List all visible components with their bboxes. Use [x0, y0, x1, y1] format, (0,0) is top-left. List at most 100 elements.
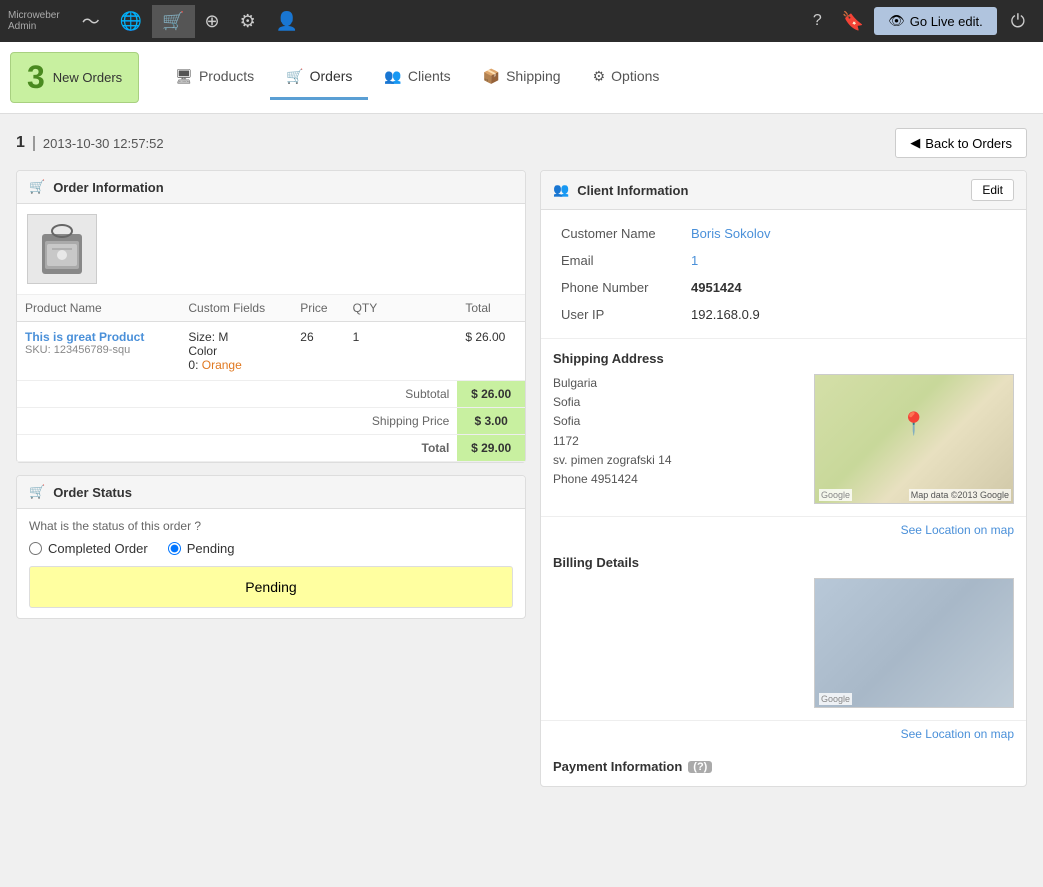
shipping-map: 📍 Google Map data ©2013 Google: [814, 374, 1014, 504]
tab-orders[interactable]: 🛒 Orders: [270, 56, 368, 100]
tab-clients[interactable]: 👥 Clients: [368, 56, 466, 100]
globe-nav-btn[interactable]: 🌐: [110, 5, 152, 38]
clients-tab-icon: 👥: [384, 68, 401, 85]
shipping-label: Shipping Price: [345, 408, 458, 435]
back-to-orders-label: Back to Orders: [925, 136, 1012, 151]
table-row: This is great Product SKU: 123456789-squ…: [17, 322, 525, 381]
map-data-label: Map data ©2013 Google: [909, 489, 1011, 501]
shipping-address-text: Bulgaria Sofia Sofia 1172 sv. pimen zogr…: [553, 374, 804, 504]
status-radio-group: Completed Order Pending: [29, 541, 513, 556]
back-to-orders-button[interactable]: ◀ Back to Orders: [895, 128, 1027, 158]
analytics-nav-btn[interactable]: 〜: [72, 2, 110, 40]
customer-name-link[interactable]: Boris Sokolov: [691, 226, 770, 241]
order-status-panel: 🛒 Order Status What is the status of thi…: [16, 475, 526, 619]
product-image-area: [17, 204, 525, 295]
addr-line-5: sv. pimen zografski 14: [553, 451, 804, 470]
subtotal-row: Subtotal $ 26.00: [17, 381, 525, 408]
user-ip-label: User IP: [553, 301, 683, 328]
flow-nav-btn[interactable]: ⊕: [195, 5, 230, 38]
settings-nav-btn[interactable]: ⚙: [230, 5, 266, 38]
main-content: 1 2013-10-30 12:57:52 ◀ Back to Orders 🛒…: [0, 114, 1043, 801]
product-image: [27, 214, 97, 284]
settings-icon: ⚙: [240, 11, 256, 32]
email-link[interactable]: 1: [691, 253, 698, 268]
order-info-panel: 🛒 Order Information: [16, 170, 526, 463]
completed-order-radio[interactable]: [29, 542, 42, 555]
secondary-navigation: 3 New Orders 🖥 Products 🛒 Orders 👥 Clien…: [0, 42, 1043, 114]
go-live-button[interactable]: 👁 Go Live edit.: [874, 7, 997, 35]
order-header: 1 2013-10-30 12:57:52 ◀ Back to Orders: [16, 128, 1027, 158]
help-nav-btn[interactable]: ?: [803, 6, 832, 36]
edit-label: Edit: [982, 183, 1003, 197]
col-custom-fields: Custom Fields: [180, 295, 292, 322]
billing-map: Google: [814, 578, 1014, 708]
grand-total-value: $ 29.00: [457, 435, 525, 462]
shipping-inner: Bulgaria Sofia Sofia 1172 sv. pimen zogr…: [553, 374, 1014, 504]
shipping-row: Shipping Price $ 3.00: [17, 408, 525, 435]
client-fields-section: Customer Name Boris Sokolov Email 1: [541, 210, 1026, 339]
shipping-see-location-link[interactable]: See Location on map: [541, 517, 1026, 543]
pending-status-button[interactable]: Pending: [29, 566, 513, 608]
price-cell: 26: [292, 322, 344, 381]
cart-icon: 🛒: [162, 11, 184, 32]
addr-line-3: Sofia: [553, 412, 804, 431]
color-value: Orange: [202, 358, 242, 372]
power-nav-btn[interactable]: ⏻: [1001, 5, 1035, 38]
customer-name-value: Boris Sokolov: [683, 220, 1014, 247]
billing-details-title: Billing Details: [553, 555, 1014, 570]
analytics-icon: 〜: [82, 8, 100, 34]
eye-icon: 👁: [888, 13, 905, 29]
payment-title-text: Payment Information: [553, 759, 682, 774]
product-name-cell: This is great Product SKU: 123456789-squ: [17, 322, 180, 381]
status-question: What is the status of this order ?: [29, 519, 513, 533]
product-sku: SKU: 123456789-squ: [25, 344, 172, 356]
phone-label: Phone Number: [553, 274, 683, 301]
completed-order-option[interactable]: Completed Order: [29, 541, 148, 556]
top-navigation: Microweber Admin 〜 🌐 🛒 ⊕ ⚙ 👤 ? 🔖 👁 Go Li…: [0, 0, 1043, 42]
order-status-body: What is the status of this order ? Compl…: [17, 509, 525, 618]
new-orders-badge[interactable]: 3 New Orders: [10, 52, 139, 103]
cart-nav-btn[interactable]: 🛒: [152, 5, 194, 38]
field-color-value: 0: Orange: [188, 358, 284, 372]
user-ip-row: User IP 192.168.0.9: [553, 301, 1014, 328]
bookmark-icon: 🔖: [842, 11, 864, 32]
pending-option[interactable]: Pending: [168, 541, 235, 556]
payment-info-title: Payment Information (?): [553, 759, 1014, 774]
phone-row: Phone Number 4951424: [553, 274, 1014, 301]
subtotal-label: Subtotal: [345, 381, 458, 408]
power-icon: ⏻: [1011, 11, 1025, 32]
billing-see-location-link[interactable]: See Location on map: [541, 721, 1026, 747]
tab-options[interactable]: ⚙ Options: [577, 56, 676, 100]
product-name-link[interactable]: This is great Product: [25, 330, 144, 344]
edit-client-button[interactable]: Edit: [971, 179, 1014, 201]
pending-status-label: Pending: [245, 579, 296, 595]
completed-order-label: Completed Order: [48, 541, 148, 556]
user-ip-value: 192.168.0.9: [683, 301, 1014, 328]
user-nav-btn[interactable]: 👤: [266, 5, 308, 38]
col-total: Total: [457, 295, 525, 322]
grand-total-label: Total: [345, 435, 458, 462]
shipping-address-title: Shipping Address: [553, 351, 1014, 366]
bookmark-nav-btn[interactable]: 🔖: [832, 5, 874, 38]
grand-total-row: Total $ 29.00: [17, 435, 525, 462]
shipping-value: $ 3.00: [457, 408, 525, 435]
options-tab-label: Options: [611, 68, 659, 84]
col-qty: QTY: [345, 295, 458, 322]
product-image-svg: [37, 219, 87, 279]
map-pin-icon: 📍: [900, 411, 927, 437]
tab-products[interactable]: 🖥 Products: [159, 56, 270, 100]
pending-radio[interactable]: [168, 542, 181, 555]
client-info-panel: 👥 Client Information Edit Customer Name …: [540, 170, 1027, 787]
products-tab-icon: 🖥: [175, 68, 193, 85]
client-info-header: 👥 Client Information Edit: [541, 171, 1026, 210]
custom-fields-cell: Size: M Color 0: Orange: [180, 322, 292, 381]
app-logo: Microweber Admin: [8, 10, 60, 32]
tab-shipping[interactable]: 📦 Shipping: [467, 56, 577, 100]
field-color: Color: [188, 344, 284, 358]
user-icon: 👤: [276, 11, 298, 32]
shipping-tab-icon: 📦: [483, 68, 500, 85]
billing-details-section: Billing Details Google: [541, 543, 1026, 721]
field-size: Size: M: [188, 330, 284, 344]
payment-help-badge[interactable]: (?): [688, 761, 712, 773]
customer-name-row: Customer Name Boris Sokolov: [553, 220, 1014, 247]
